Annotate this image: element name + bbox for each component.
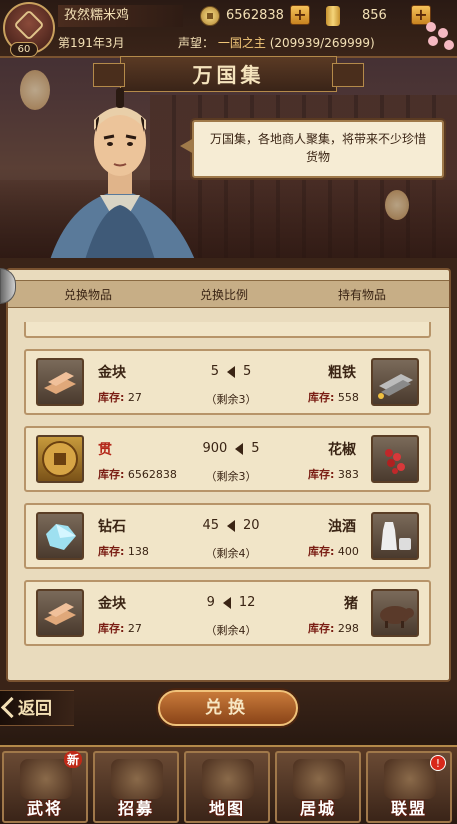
action-bar: 返回 兑换 — [0, 688, 457, 738]
get-item-name: 花椒 — [328, 442, 356, 458]
fame-label: 声望： — [178, 36, 215, 50]
give-item-name: 金块 — [98, 365, 126, 381]
column-header-item: 兑换物品 — [64, 288, 113, 302]
nav-generals-label: 武将 — [26, 799, 63, 818]
exchange-row[interactable] — [24, 322, 431, 338]
npc-dialog-bubble: 万国集，各地商人聚集，将带来不少珍惜货物 — [180, 120, 444, 178]
gold-amount: 856 — [362, 8, 387, 23]
arrow-left-icon — [222, 596, 231, 609]
get-item-name: 粗铁 — [328, 365, 356, 381]
get-item-stock: 库存: 383 — [308, 468, 359, 481]
scroll-brush-icon — [111, 759, 163, 799]
arrow-left-icon — [227, 519, 235, 532]
get-item-stock: 库存: 558 — [308, 391, 359, 404]
remaining-count: （剩余3） — [205, 393, 257, 406]
coin-icon — [36, 435, 84, 483]
give-item-stock: 库存: 27 — [98, 622, 142, 635]
alert-badge: ! — [430, 755, 446, 771]
nav-castle[interactable]: 居城 — [275, 751, 361, 823]
get-item-name: 浊酒 — [328, 519, 356, 535]
exchange-ratio: 9 12 — [206, 595, 256, 610]
exchange-row[interactable]: 金块 库存: 27 55 （剩余3） 粗铁 库存: 558 — [24, 349, 431, 415]
nav-recruit-label: 招募 — [117, 799, 154, 818]
nav-alliance-label: 联盟 — [390, 799, 427, 818]
gold-icon — [326, 6, 340, 26]
sake-icon — [371, 512, 419, 560]
remaining-count: （剩余3） — [205, 470, 257, 483]
clan-crest-icon — [13, 9, 45, 41]
arrow-left-icon — [227, 365, 235, 378]
get-item-stock: 库存: 400 — [308, 545, 359, 558]
back-button[interactable]: 返回 — [0, 690, 74, 726]
give-item-name: 贯 — [98, 442, 112, 458]
castle-icon — [293, 759, 345, 799]
exchange-row[interactable]: 贯 库存: 6562838 900 5 （剩余3） 花椒 库存: 383 — [24, 426, 431, 492]
samurai-helmet-icon — [20, 759, 72, 799]
add-coins-button[interactable]: + — [290, 5, 310, 25]
give-item-name: 钻石 — [98, 519, 126, 535]
gold-bar-icon — [36, 358, 84, 406]
top-status-bar: 60 孜然糯米鸡 6562838 + 856 + 第191年3月 声望： 一国之… — [0, 0, 457, 58]
diamond-icon — [36, 512, 84, 560]
get-item-name: 猪 — [344, 596, 358, 612]
exchange-ratio: 55 — [210, 364, 252, 379]
cherry-blossom-icon — [420, 18, 457, 52]
remaining-count: （剩余4） — [205, 624, 257, 637]
give-item-stock: 库存: 27 — [98, 391, 142, 404]
nav-map-label: 地图 — [208, 799, 245, 818]
give-item-name: 金块 — [98, 596, 126, 612]
give-item-stock: 库存: 138 — [98, 545, 149, 558]
exchange-row[interactable]: 钻石 库存: 138 45 20 （剩余4） 浊酒 库存: 400 — [24, 503, 431, 569]
alliance-banner-icon — [384, 759, 436, 799]
nav-recruit[interactable]: 招募 — [93, 751, 179, 823]
column-header-ratio: 兑换比例 — [200, 288, 249, 302]
exchange-button[interactable]: 兑换 — [158, 690, 298, 726]
nav-alliance[interactable]: ! 联盟 — [366, 751, 452, 823]
fame-status: 声望： 一国之主 (209939/269999) — [178, 34, 375, 51]
lantern-decoration — [385, 190, 409, 220]
merchant-character — [50, 88, 195, 260]
fame-progress: (209939/269999) — [269, 36, 375, 50]
gold-bar-icon — [36, 589, 84, 637]
give-item-stock: 库存: 6562838 — [98, 468, 177, 481]
player-name: 孜然糯米鸡 — [58, 5, 183, 27]
map-scroll-icon — [202, 759, 254, 799]
arrow-left-icon — [235, 442, 244, 455]
coin-icon — [200, 6, 220, 26]
exchange-table-header: 兑换物品 兑换比例 持有物品 — [8, 280, 449, 308]
exchange-list[interactable]: 金块 库存: 27 55 （剩余3） 粗铁 库存: 558 贯 库存: 6562… — [0, 322, 457, 662]
iron-ingot-icon — [371, 358, 419, 406]
game-date: 第191年3月 — [58, 36, 125, 50]
exchange-ratio: 45 20 — [202, 518, 260, 533]
nav-generals[interactable]: 新 武将 — [2, 751, 88, 823]
exchange-row[interactable]: 金块 库存: 27 9 12 （剩余4） 猪 库存: 298 — [24, 580, 431, 646]
remaining-count: （剩余4） — [205, 547, 257, 560]
nav-castle-label: 居城 — [299, 799, 336, 818]
fame-title: 一国之主 — [217, 36, 266, 50]
column-header-owned: 持有物品 — [338, 288, 387, 302]
get-item-stock: 库存: 298 — [308, 622, 359, 635]
exchange-ratio: 900 5 — [202, 441, 260, 456]
bottom-navigation: 新 武将 招募 地图 居城 ! 联盟 — [0, 745, 457, 824]
npc-dialog-text: 万国集，各地商人聚集，将带来不少珍惜货物 — [209, 132, 426, 164]
nav-map[interactable]: 地图 — [184, 751, 270, 823]
boar-icon — [371, 589, 419, 637]
pepper-icon — [371, 435, 419, 483]
coin-amount: 6562838 — [226, 8, 284, 23]
player-level: 60 — [10, 42, 38, 57]
new-badge: 新 — [63, 751, 82, 768]
